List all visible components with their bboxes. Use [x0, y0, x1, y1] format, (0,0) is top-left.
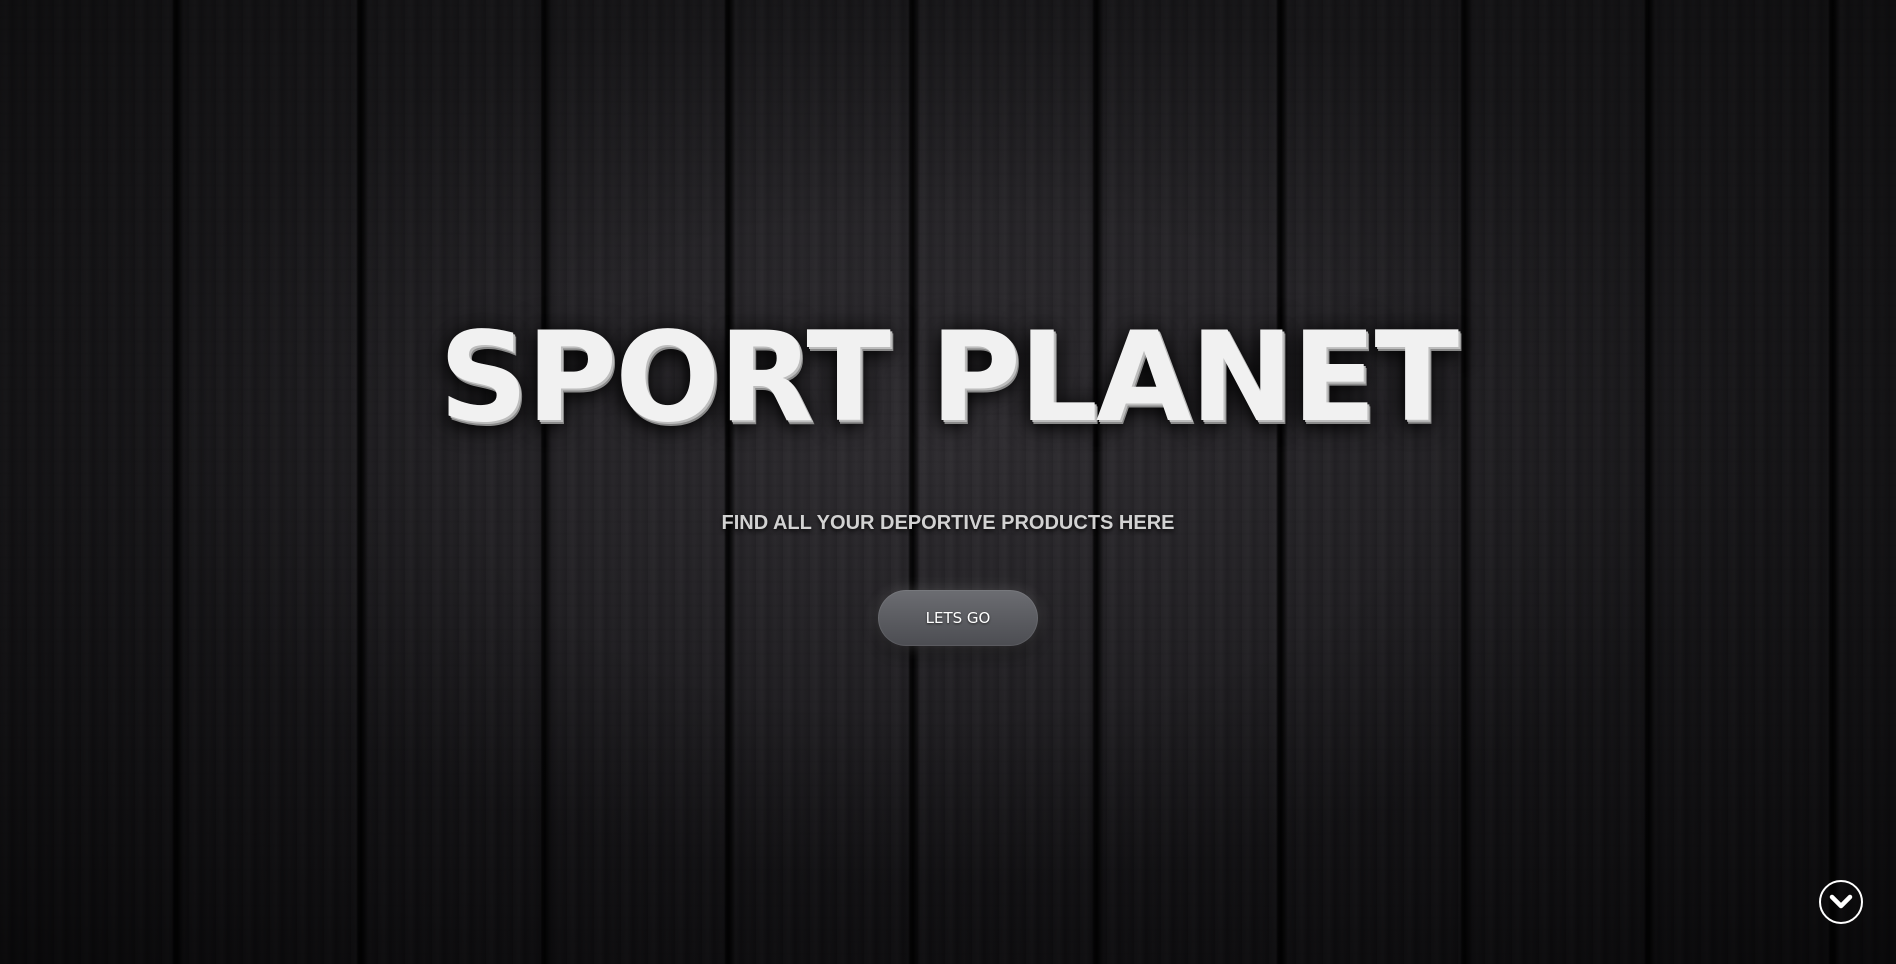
chevron-down-icon — [1829, 894, 1853, 909]
scroll-down-button[interactable] — [1819, 880, 1863, 924]
lets-go-button[interactable]: LETS GO — [878, 590, 1038, 646]
hero-subtitle: FIND ALL YOUR DEPORTIVE PRODUCTS HERE — [721, 512, 1175, 534]
hero-title: SPORT PLANET — [438, 306, 1459, 450]
hero-section: SPORT PLANET FIND ALL YOUR DEPORTIVE PRO… — [0, 0, 1896, 964]
landing-page: SPORT PLANET FIND ALL YOUR DEPORTIVE PRO… — [0, 0, 1896, 964]
